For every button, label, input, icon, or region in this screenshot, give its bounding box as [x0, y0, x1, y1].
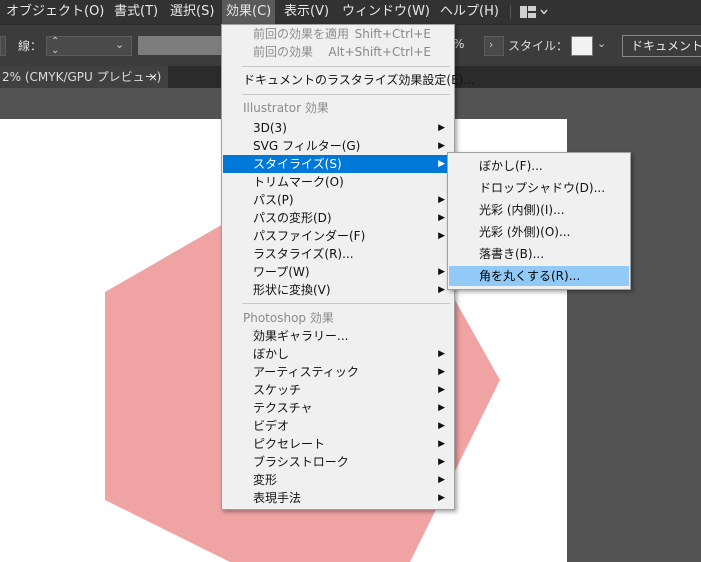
- submenu-arrow-icon: ▶: [438, 141, 445, 151]
- menu-item-shortcut: Alt+Shift+Ctrl+E: [328, 45, 431, 59]
- submenu-arrow-icon: ▶: [438, 475, 445, 485]
- submenu-arrow-icon: ▶: [438, 403, 445, 413]
- menu-item-sketch[interactable]: スケッチ ▶: [223, 381, 453, 399]
- submenu-arrow-icon: ▶: [438, 349, 445, 359]
- menu-item-pathfinder[interactable]: パスファインダー(F) ▶: [223, 227, 453, 245]
- submenu-arrow-icon: ▶: [438, 159, 445, 169]
- menu-item-label: トリムマーク(O): [253, 175, 344, 189]
- menu-item-label: パスの変形(D): [253, 211, 332, 225]
- menu-item-label: 効果ギャラリー...: [253, 329, 349, 343]
- submenu-item-label: 角を丸くする(R)...: [479, 269, 581, 283]
- menu-header-label: Photoshop 効果: [243, 311, 334, 325]
- menu-item-label: ドキュメントのラスタライズ効果設定(E)...: [243, 73, 475, 87]
- menu-item-brush-strokes[interactable]: ブラシストローク ▶: [223, 453, 453, 471]
- menu-item-label: 変形: [253, 473, 278, 487]
- submenu-arrow-icon: ▶: [438, 213, 445, 223]
- submenu-item-label: ぼかし(F)...: [479, 159, 543, 173]
- submenu-arrow-icon: ▶: [438, 493, 445, 503]
- menu-item-label: スケッチ: [253, 383, 302, 397]
- submenu-arrow-icon: ▶: [438, 267, 445, 277]
- effect-menu: 前回の効果を適用 Shift+Ctrl+E 前回の効果 Alt+Shift+Ct…: [221, 24, 475, 510]
- submenu-item-outer-glow[interactable]: 光彩 (外側)(O)...: [449, 223, 629, 241]
- menu-item-document-raster-settings[interactable]: ドキュメントのラスタライズ効果設定(E)...: [223, 71, 475, 89]
- menu-item-pixelate[interactable]: ピクセレート ▶: [223, 435, 453, 453]
- menu-item-warp[interactable]: ワープ(W) ▶: [223, 263, 453, 281]
- menu-item-apply-last-effect: 前回の効果を適用 Shift+Ctrl+E: [223, 25, 453, 43]
- submenu-arrow-icon: ▶: [438, 385, 445, 395]
- menu-item-video[interactable]: ビデオ ▶: [223, 417, 453, 435]
- submenu-arrow-icon: ▶: [438, 195, 445, 205]
- submenu-item-feather[interactable]: ぼかし(F)...: [449, 157, 629, 175]
- menu-item-label: ぼかし: [253, 347, 290, 361]
- menu-item-artistic[interactable]: アーティスティック ▶: [223, 363, 453, 381]
- menu-header-photoshop-effects: Photoshop 効果: [223, 309, 453, 327]
- submenu-item-label: 落書き(B)...: [479, 247, 545, 261]
- menu-item-convert-to-shape[interactable]: 形状に変換(V) ▶: [223, 281, 453, 299]
- submenu-item-scribble[interactable]: 落書き(B)...: [449, 245, 629, 263]
- menu-item-distort[interactable]: 変形 ▶: [223, 471, 453, 489]
- submenu-item-label: 光彩 (外側)(O)...: [479, 225, 571, 239]
- menu-item-stylize[interactable]: スタイライズ(S) ▶: [223, 155, 453, 173]
- menu-item-path[interactable]: パス(P) ▶: [223, 191, 453, 209]
- submenu-arrow-icon: ▶: [438, 285, 445, 295]
- menu-item-stylize-photoshop[interactable]: 表現手法 ▶: [223, 489, 453, 507]
- submenu-arrow-icon: ▶: [438, 439, 445, 449]
- menu-item-3d[interactable]: 3D(3) ▶: [223, 119, 453, 137]
- menu-separator: [242, 66, 450, 67]
- menu-item-label: 前回の効果を適用: [253, 27, 350, 41]
- submenu-item-drop-shadow[interactable]: ドロップシャドウ(D)...: [449, 179, 629, 197]
- menu-item-blur[interactable]: ぼかし ▶: [223, 345, 453, 363]
- submenu-arrow-icon: ▶: [438, 421, 445, 431]
- menu-item-texture[interactable]: テクスチャ ▶: [223, 399, 453, 417]
- menu-item-label: アーティスティック: [253, 365, 359, 379]
- menu-item-label: スタイライズ(S): [253, 157, 342, 171]
- menu-item-crop-marks[interactable]: トリムマーク(O): [223, 173, 453, 191]
- menu-item-label: 前回の効果: [253, 45, 314, 59]
- menu-item-label: テクスチャ: [253, 401, 313, 415]
- menu-item-label: ビデオ: [253, 419, 290, 433]
- menu-item-label: ピクセレート: [253, 437, 326, 451]
- submenu-item-label: 光彩 (内側)(I)...: [479, 203, 565, 217]
- menu-item-svg-filters[interactable]: SVG フィルター(G) ▶: [223, 137, 453, 155]
- menu-item-last-effect: 前回の効果 Alt+Shift+Ctrl+E: [223, 43, 453, 61]
- menu-item-distort-transform[interactable]: パスの変形(D) ▶: [223, 209, 453, 227]
- submenu-arrow-icon: ▶: [438, 231, 445, 241]
- menu-item-shortcut: Shift+Ctrl+E: [354, 27, 431, 41]
- submenu-item-label: ドロップシャドウ(D)...: [479, 181, 606, 195]
- menu-item-label: 3D(3): [253, 121, 287, 135]
- submenu-arrow-icon: ▶: [438, 123, 445, 133]
- menu-header-illustrator-effects: Illustrator 効果: [223, 99, 453, 117]
- menu-header-label: Illustrator 効果: [243, 101, 329, 115]
- submenu-item-inner-glow[interactable]: 光彩 (内側)(I)...: [449, 201, 629, 219]
- submenu-item-round-corners[interactable]: 角を丸くする(R)...: [449, 266, 629, 286]
- menu-item-effect-gallery[interactable]: 効果ギャラリー...: [223, 327, 453, 345]
- menu-item-label: ワープ(W): [253, 265, 310, 279]
- menu-item-rasterize[interactable]: ラスタライズ(R)...: [223, 245, 453, 263]
- menu-item-label: ラスタライズ(R)...: [253, 247, 354, 261]
- menu-item-label: 形状に変換(V): [253, 283, 331, 297]
- menu-separator: [242, 94, 450, 95]
- menu-item-label: 表現手法: [253, 491, 302, 505]
- menu-item-label: パスファインダー(F): [253, 229, 366, 243]
- menu-item-label: ブラシストローク: [253, 455, 349, 469]
- menu-item-label: SVG フィルター(G): [253, 139, 361, 153]
- stylize-submenu: ぼかし(F)... ドロップシャドウ(D)... 光彩 (内側)(I)... 光…: [447, 152, 631, 290]
- menu-separator: [242, 303, 450, 304]
- submenu-arrow-icon: ▶: [438, 457, 445, 467]
- submenu-arrow-icon: ▶: [438, 367, 445, 377]
- menu-item-label: パス(P): [253, 193, 294, 207]
